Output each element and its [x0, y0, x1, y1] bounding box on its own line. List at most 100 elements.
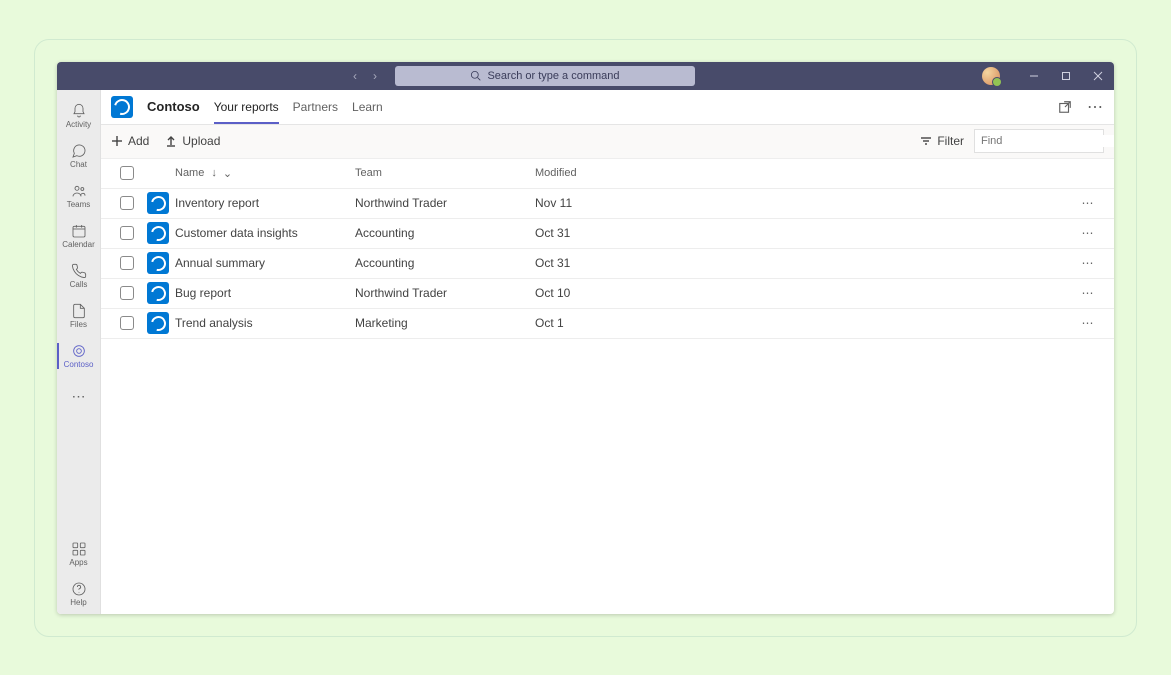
- chevron-down-icon[interactable]: ⌄: [223, 167, 232, 180]
- nav-back-button[interactable]: ‹: [347, 69, 363, 83]
- rail-label: Apps: [69, 558, 87, 567]
- select-all-checkbox[interactable]: [120, 166, 134, 180]
- tab-bar: Contoso Your reports Partners Learn ⋯: [101, 90, 1114, 125]
- row-more-button[interactable]: ⋯: [1068, 286, 1108, 300]
- filter-icon: [920, 135, 932, 147]
- window-minimize-button[interactable]: [1018, 62, 1050, 90]
- popout-button[interactable]: [1056, 98, 1074, 116]
- table-row[interactable]: Trend analysisMarketingOct 1 ⋯: [101, 309, 1114, 339]
- rail-item-calendar[interactable]: Calendar: [57, 216, 101, 256]
- table-row[interactable]: Customer data insightsAccountingOct 31 ⋯: [101, 219, 1114, 249]
- row-more-button[interactable]: ⋯: [1068, 196, 1108, 210]
- rail-more-button[interactable]: ⋯: [57, 376, 101, 416]
- rail-label: Files: [70, 320, 87, 329]
- report-icon: [147, 222, 169, 244]
- upload-label: Upload: [182, 134, 220, 148]
- sort-arrow-down-icon: ↓: [211, 167, 217, 180]
- cell-name: Bug report: [175, 286, 355, 300]
- rail-item-help[interactable]: Help: [57, 574, 101, 614]
- cell-name: Customer data insights: [175, 226, 355, 240]
- window-maximize-button[interactable]: [1050, 62, 1082, 90]
- cell-modified: Oct 10: [535, 286, 735, 300]
- cell-team: Accounting: [355, 226, 535, 240]
- rail-item-contoso[interactable]: Contoso: [57, 336, 101, 376]
- rail-item-teams[interactable]: Teams: [57, 176, 101, 216]
- cell-modified: Oct 1: [535, 316, 735, 330]
- avatar[interactable]: [982, 67, 1000, 85]
- col-team[interactable]: Team: [355, 167, 535, 179]
- search-placeholder: Search or type a command: [487, 70, 619, 82]
- rail-item-chat[interactable]: Chat: [57, 136, 101, 176]
- search-input[interactable]: Search or type a command: [395, 66, 695, 86]
- report-icon: [147, 282, 169, 304]
- cell-team: Northwind Trader: [355, 196, 535, 210]
- upload-icon: [165, 135, 177, 147]
- toolbar: Add Upload Filter: [101, 125, 1114, 159]
- rail-label: Activity: [66, 120, 91, 129]
- more-icon: ⋯: [71, 388, 87, 404]
- file-icon: [71, 303, 87, 319]
- reports-table: Name ↓ ⌄ Team Modified Inventory reportN…: [101, 159, 1114, 614]
- tab-your-reports[interactable]: Your reports: [214, 89, 279, 124]
- plus-icon: [111, 135, 123, 147]
- rail-item-activity[interactable]: Activity: [57, 96, 101, 136]
- find-field[interactable]: [981, 135, 1114, 147]
- more-icon: ⋯: [1087, 97, 1103, 117]
- cell-modified: Oct 31: [535, 226, 735, 240]
- app-window: ‹ › Search or type a command Activity Ch…: [57, 62, 1114, 614]
- row-checkbox[interactable]: [120, 316, 134, 330]
- find-input[interactable]: [974, 129, 1104, 153]
- cell-name: Trend analysis: [175, 316, 355, 330]
- col-name[interactable]: Name ↓ ⌄: [175, 167, 355, 180]
- teams-icon: [71, 183, 87, 199]
- row-checkbox[interactable]: [120, 256, 134, 270]
- col-modified[interactable]: Modified: [535, 167, 735, 179]
- filter-button[interactable]: Filter: [920, 134, 964, 148]
- rail-label: Contoso: [64, 360, 94, 369]
- help-icon: [71, 581, 87, 597]
- rail-label: Chat: [70, 160, 87, 169]
- cell-team: Marketing: [355, 316, 535, 330]
- row-more-button[interactable]: ⋯: [1068, 316, 1108, 330]
- nav-forward-button[interactable]: ›: [367, 69, 383, 83]
- col-name-label: Name: [175, 167, 204, 179]
- row-more-button[interactable]: ⋯: [1068, 226, 1108, 240]
- row-checkbox[interactable]: [120, 286, 134, 300]
- tab-partners[interactable]: Partners: [293, 89, 338, 124]
- filter-label: Filter: [937, 134, 964, 148]
- cell-modified: Oct 31: [535, 256, 735, 270]
- phone-icon: [71, 263, 87, 279]
- app-logo-icon: [111, 96, 133, 118]
- calendar-icon: [71, 223, 87, 239]
- rail-item-files[interactable]: Files: [57, 296, 101, 336]
- app-name: Contoso: [147, 99, 200, 114]
- table-row[interactable]: Bug reportNorthwind TraderOct 10⋯: [101, 279, 1114, 309]
- rail-item-calls[interactable]: Calls: [57, 256, 101, 296]
- add-button[interactable]: Add: [111, 134, 149, 148]
- titlebar: ‹ › Search or type a command: [57, 62, 1114, 90]
- row-more-button[interactable]: ⋯: [1068, 256, 1108, 270]
- rail-label: Help: [70, 598, 86, 607]
- rail-label: Calendar: [62, 240, 94, 249]
- tab-learn[interactable]: Learn: [352, 89, 383, 124]
- apps-icon: [71, 541, 87, 557]
- upload-button[interactable]: Upload: [165, 134, 220, 148]
- contoso-icon: [71, 343, 87, 359]
- table-header: Name ↓ ⌄ Team Modified: [101, 159, 1114, 189]
- search-icon: [470, 70, 481, 81]
- rail-label: Calls: [70, 280, 88, 289]
- chat-icon: [71, 143, 87, 159]
- bell-icon: [71, 103, 87, 119]
- app-rail: Activity Chat Teams Calendar Calls Files: [57, 90, 101, 614]
- cell-name: Annual summary: [175, 256, 355, 270]
- tab-more-button[interactable]: ⋯: [1086, 98, 1104, 116]
- report-icon: [147, 252, 169, 274]
- row-checkbox[interactable]: [120, 226, 134, 240]
- table-row[interactable]: Inventory reportNorthwind TraderNov 11⋯: [101, 189, 1114, 219]
- report-icon: [147, 312, 169, 334]
- row-checkbox[interactable]: [120, 196, 134, 210]
- table-row[interactable]: Annual summaryAccountingOct 31⋯: [101, 249, 1114, 279]
- window-close-button[interactable]: [1082, 62, 1114, 90]
- add-label: Add: [128, 134, 149, 148]
- rail-item-apps[interactable]: Apps: [57, 534, 101, 574]
